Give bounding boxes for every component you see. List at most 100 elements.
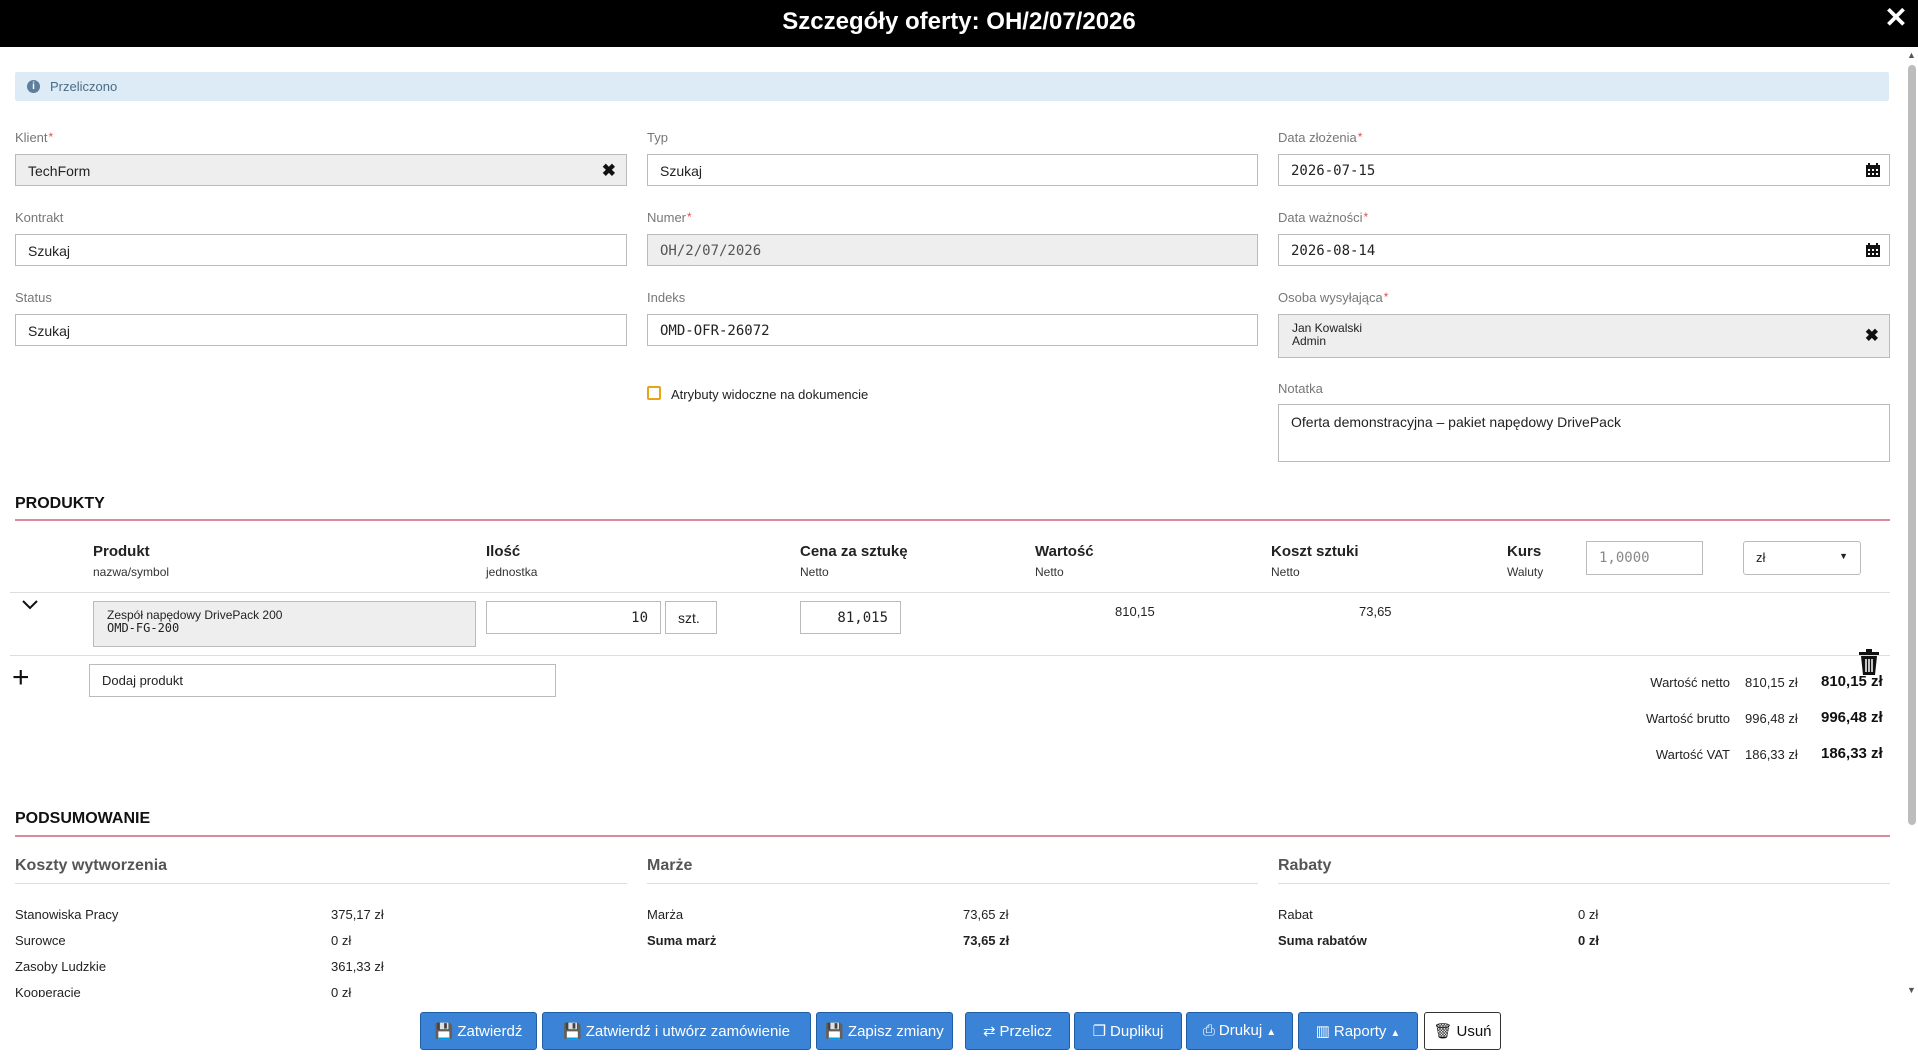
products-section-title: PRODUKTY <box>15 495 105 512</box>
status-value: Szukaj <box>28 323 71 339</box>
client-field[interactable]: TechForm ✖ <box>15 154 627 186</box>
col-value: Wartość <box>1035 543 1094 560</box>
unit-value: szt. <box>678 610 700 626</box>
cost-label-0: Stanowiska Pracy <box>15 907 119 922</box>
clear-client-icon[interactable]: ✖ <box>602 161 616 181</box>
col-product-sub: nazwa/symbol <box>93 565 170 579</box>
delete-button-label: Usuń <box>1456 1023 1492 1040</box>
discount-value-0: 0 zł <box>1578 907 1599 922</box>
scrollbar-thumb[interactable] <box>1908 65 1916 825</box>
discount-value-1: 0 zł <box>1578 933 1599 948</box>
duplicate-button[interactable]: ❐ Duplikuj <box>1074 1012 1182 1050</box>
costs-divider <box>15 883 627 884</box>
number-field: OH/2/07/2026 <box>647 234 1258 266</box>
margin-label-1: Suma marż <box>647 933 717 948</box>
margins-title: Marże <box>647 857 693 874</box>
total-net-bold: 810,15 zł <box>1821 673 1883 690</box>
margin-value-0: 73,65 zł <box>963 907 1009 922</box>
sender-value: Jan Kowalski Admin <box>1292 322 1362 348</box>
valid-date-field[interactable]: 2026-08-14 <box>1278 234 1890 266</box>
scroll-down-icon[interactable]: ▼ <box>1907 985 1916 995</box>
save-changes-button[interactable]: 💾 Zapisz zmiany <box>816 1012 953 1050</box>
cost-value-2: 361,33 zł <box>331 959 384 974</box>
col-qty: Ilość <box>486 543 521 560</box>
approve-and-order-button[interactable]: 💾 Zatwierdź i utwórz zamówienie <box>542 1012 811 1050</box>
valid-date-label: Data ważności* <box>1278 210 1369 225</box>
discounts-title: Rabaty <box>1278 857 1332 874</box>
note-label: Notatka <box>1278 381 1323 396</box>
status-field[interactable]: Szukaj <box>15 314 627 346</box>
reports-button-label: Raporty <box>1333 1023 1387 1040</box>
total-gross-value: 996,48 zł <box>1745 711 1798 726</box>
attributes-checkbox[interactable] <box>647 386 661 400</box>
chevron-down-icon <box>22 600 38 610</box>
close-icon[interactable]: ✕ <box>1882 4 1910 32</box>
table-header-divider <box>10 592 1890 593</box>
index-field[interactable]: OMD-OFR-26072 <box>647 314 1258 346</box>
sender-field[interactable]: Jan Kowalski Admin ✖ <box>1278 314 1890 358</box>
discount-label-1: Suma rabatów <box>1278 933 1367 948</box>
copy-icon: ❐ <box>1092 1023 1107 1040</box>
caret-up-icon: ▲ <box>1390 1028 1401 1039</box>
product-name-field[interactable]: Zespół napędowy DrivePack 200 OMD-FG-200 <box>93 601 476 647</box>
modal-content: i Przeliczono Klient* TechForm ✖ Kontrak… <box>0 47 1904 997</box>
product-name: Zespół napędowy DrivePack 200 <box>107 608 283 622</box>
contract-field[interactable]: Szukaj <box>15 234 627 266</box>
reports-button[interactable]: ▥ Raporty ▲ <box>1298 1012 1418 1050</box>
product-symbol: OMD-FG-200 <box>107 621 180 635</box>
col-unit-price: Cena za sztukę <box>800 543 908 560</box>
index-label: Indeks <box>647 290 686 305</box>
calendar-icon[interactable] <box>1865 242 1881 258</box>
unit-price-input[interactable]: 81,015 <box>800 601 901 634</box>
total-vat-bold: 186,33 zł <box>1821 745 1883 762</box>
duplicate-button-label: Duplikuj <box>1110 1023 1164 1040</box>
contract-value: Szukaj <box>28 243 71 259</box>
sender-role: Admin <box>1292 334 1327 348</box>
unit-box[interactable]: szt. <box>665 601 717 634</box>
approve-button[interactable]: 💾 Zatwierdź <box>420 1012 537 1050</box>
add-product-placeholder: Dodaj produkt <box>102 673 183 688</box>
calendar-icon[interactable] <box>1865 162 1881 178</box>
qty-input[interactable]: 10 <box>486 601 661 634</box>
exchange-rate-input[interactable]: 1,0000 <box>1586 541 1703 575</box>
caret-up-icon: ▲ <box>1266 1027 1277 1038</box>
products-divider <box>15 519 1890 521</box>
type-field[interactable]: Szukaj <box>647 154 1258 186</box>
save-icon: 💾 <box>825 1023 844 1040</box>
attributes-checkbox-label: Atrybuty widoczne na dokumencie <box>671 387 869 402</box>
total-gross-bold: 996,48 zł <box>1821 709 1883 726</box>
exchange-rate-value: 1,0000 <box>1599 550 1650 566</box>
print-button[interactable]: ⎙ Drukuj ▲ <box>1186 1012 1293 1050</box>
discount-label-0: Rabat <box>1278 907 1313 922</box>
number-label: Numer* <box>647 210 692 225</box>
info-alert: i Przeliczono <box>15 72 1889 101</box>
scroll-up-icon[interactable]: ▲ <box>1907 50 1916 60</box>
save-button-label: Zapisz zmiany <box>847 1023 944 1040</box>
expand-row-chevron-icon[interactable] <box>20 595 40 621</box>
delete-button[interactable]: 🗑 Usuń <box>1424 1012 1501 1050</box>
col-value-sub: Netto <box>1035 565 1064 579</box>
total-net-label: Wartość netto <box>1650 675 1730 690</box>
recalculate-button[interactable]: ⇄ Przelicz <box>965 1012 1070 1050</box>
add-product-input[interactable]: Dodaj produkt <box>89 664 556 697</box>
summary-divider <box>15 835 1890 837</box>
col-product: Produkt <box>93 543 150 560</box>
vertical-scrollbar[interactable]: ▲ ▼ <box>1906 47 1918 997</box>
trash-icon: 🗑 <box>1433 1023 1453 1040</box>
modal-title: Szczegóły oferty: OH/2/07/2026 <box>782 8 1136 35</box>
currency-select[interactable]: zł ▼ <box>1743 541 1861 575</box>
trash-icon[interactable] <box>1858 649 1880 675</box>
submit-date-field[interactable]: 2026-07-15 <box>1278 154 1890 186</box>
qty-value: 10 <box>631 610 648 626</box>
costs-title: Koszty wytworzenia <box>15 857 168 874</box>
note-textarea[interactable]: Oferta demonstracyjna – pakiet napędowy … <box>1278 404 1890 462</box>
alert-text: Przeliczono <box>50 79 118 94</box>
cost-label-1: Surowce <box>15 933 66 948</box>
discounts-divider <box>1278 883 1890 884</box>
margins-divider <box>647 883 1258 884</box>
info-icon: i <box>27 80 40 93</box>
clear-sender-icon[interactable]: ✖ <box>1865 326 1879 346</box>
type-value: Szukaj <box>660 163 703 179</box>
total-net-value: 810,15 zł <box>1745 675 1798 690</box>
add-product-plus-icon[interactable]: + <box>12 663 30 693</box>
